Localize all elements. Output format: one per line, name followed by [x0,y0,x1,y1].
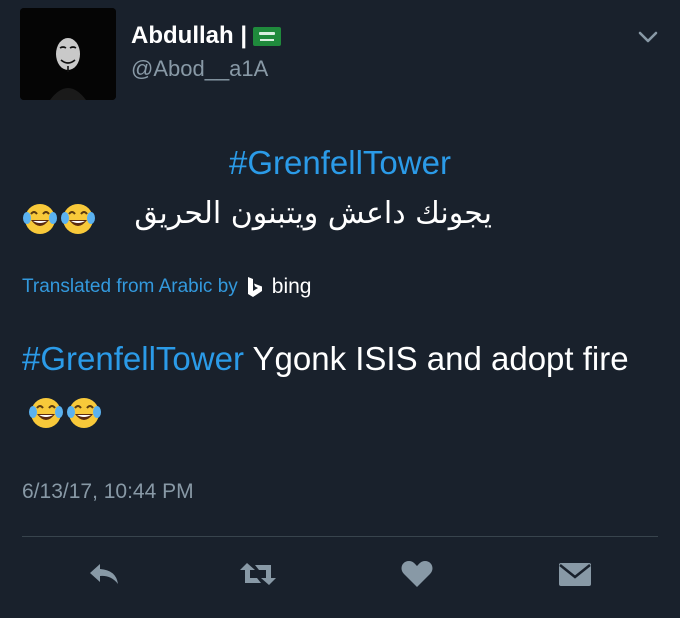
tweet-original-text: يجونك داعش ويتبنون الحريق [134,196,492,231]
hashtag-link[interactable]: #GrenfellTower [0,144,680,182]
saudi-flag-icon [253,26,282,46]
laughing-emoji-pair [28,396,102,430]
like-button[interactable] [397,557,437,591]
display-name[interactable]: Abdullah | [131,22,247,50]
user-handle[interactable]: @Abod__a1A [131,56,268,82]
tears-of-joy-emoji-icon [29,398,63,428]
translation-body: Ygonk ISIS and adopt fire [243,340,629,377]
direct-message-button[interactable] [555,557,595,591]
envelope-icon [559,563,591,586]
reply-button[interactable] [84,557,124,591]
translator-name: bing [271,275,312,298]
translated-from-label[interactable]: Translated from Arabic by [22,276,238,298]
translated-text: #GrenfellTower Ygonk ISIS and adopt fire [22,332,642,440]
translation-attribution[interactable]: Translated from Arabic by bing [22,275,311,299]
chevron-down-icon[interactable] [636,28,660,46]
reply-icon [90,564,118,584]
user-name-row[interactable]: Abdullah | [131,22,282,50]
avatar[interactable] [20,8,116,100]
tears-of-joy-emoji-icon [67,398,101,428]
retweet-button[interactable] [238,557,278,591]
heart-icon [401,561,433,587]
translation-hashtag-link[interactable]: #GrenfellTower [22,340,244,377]
divider [22,536,658,537]
tweet-timestamp[interactable]: 6/13/17, 10:44 PM [22,480,194,504]
retweet-icon [240,563,276,585]
anonymous-mask-icon [20,8,116,100]
tweet-card: Abdullah | @Abod__a1A #GrenfellTower يجو… [0,0,680,618]
bing-logo-icon [247,277,262,297]
